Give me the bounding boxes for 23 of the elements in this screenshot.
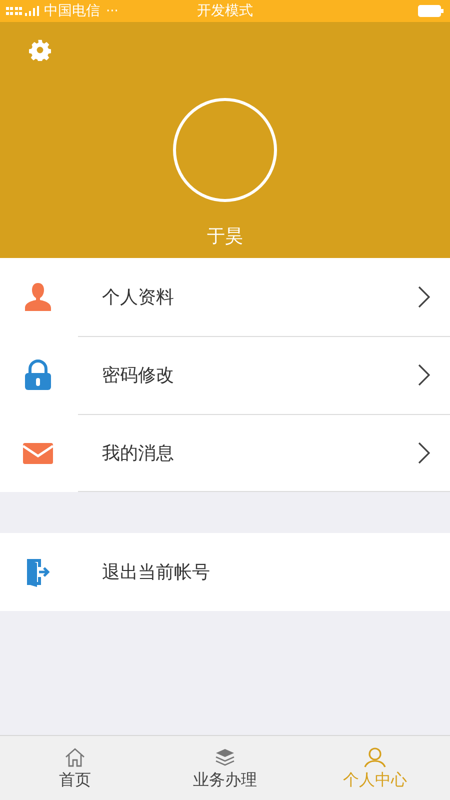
status-title: 开发模式	[197, 3, 253, 19]
home-icon	[63, 746, 87, 768]
menu-label: 我的消息	[102, 442, 175, 465]
menu-label: 退出当前帐号	[102, 561, 211, 584]
user-icon	[363, 746, 387, 768]
battery-icon	[418, 5, 444, 17]
menu-item[interactable]: 我的消息	[0, 414, 450, 492]
tab[interactable]: 业务办理	[150, 736, 300, 800]
signal-icon	[6, 5, 40, 17]
menu-item[interactable]: 密码修改	[0, 336, 450, 414]
chevron-right-icon	[418, 364, 430, 386]
chevron-right-icon	[418, 286, 430, 308]
menu-item[interactable]: 退出当前帐号	[0, 533, 450, 611]
carrier-name: 中国电信	[44, 2, 100, 20]
settings-icon[interactable]	[29, 39, 51, 61]
tab[interactable]: 首页	[0, 736, 150, 800]
menu-label: 个人资料	[102, 286, 175, 309]
menu-item[interactable]: 个人资料	[0, 258, 450, 336]
chevron-right-icon	[418, 442, 430, 464]
avatar-circle[interactable]	[173, 98, 277, 202]
signal-dots: ···	[106, 4, 118, 18]
user-name: 于昊	[207, 225, 243, 248]
menu-label: 密码修改	[102, 364, 175, 387]
